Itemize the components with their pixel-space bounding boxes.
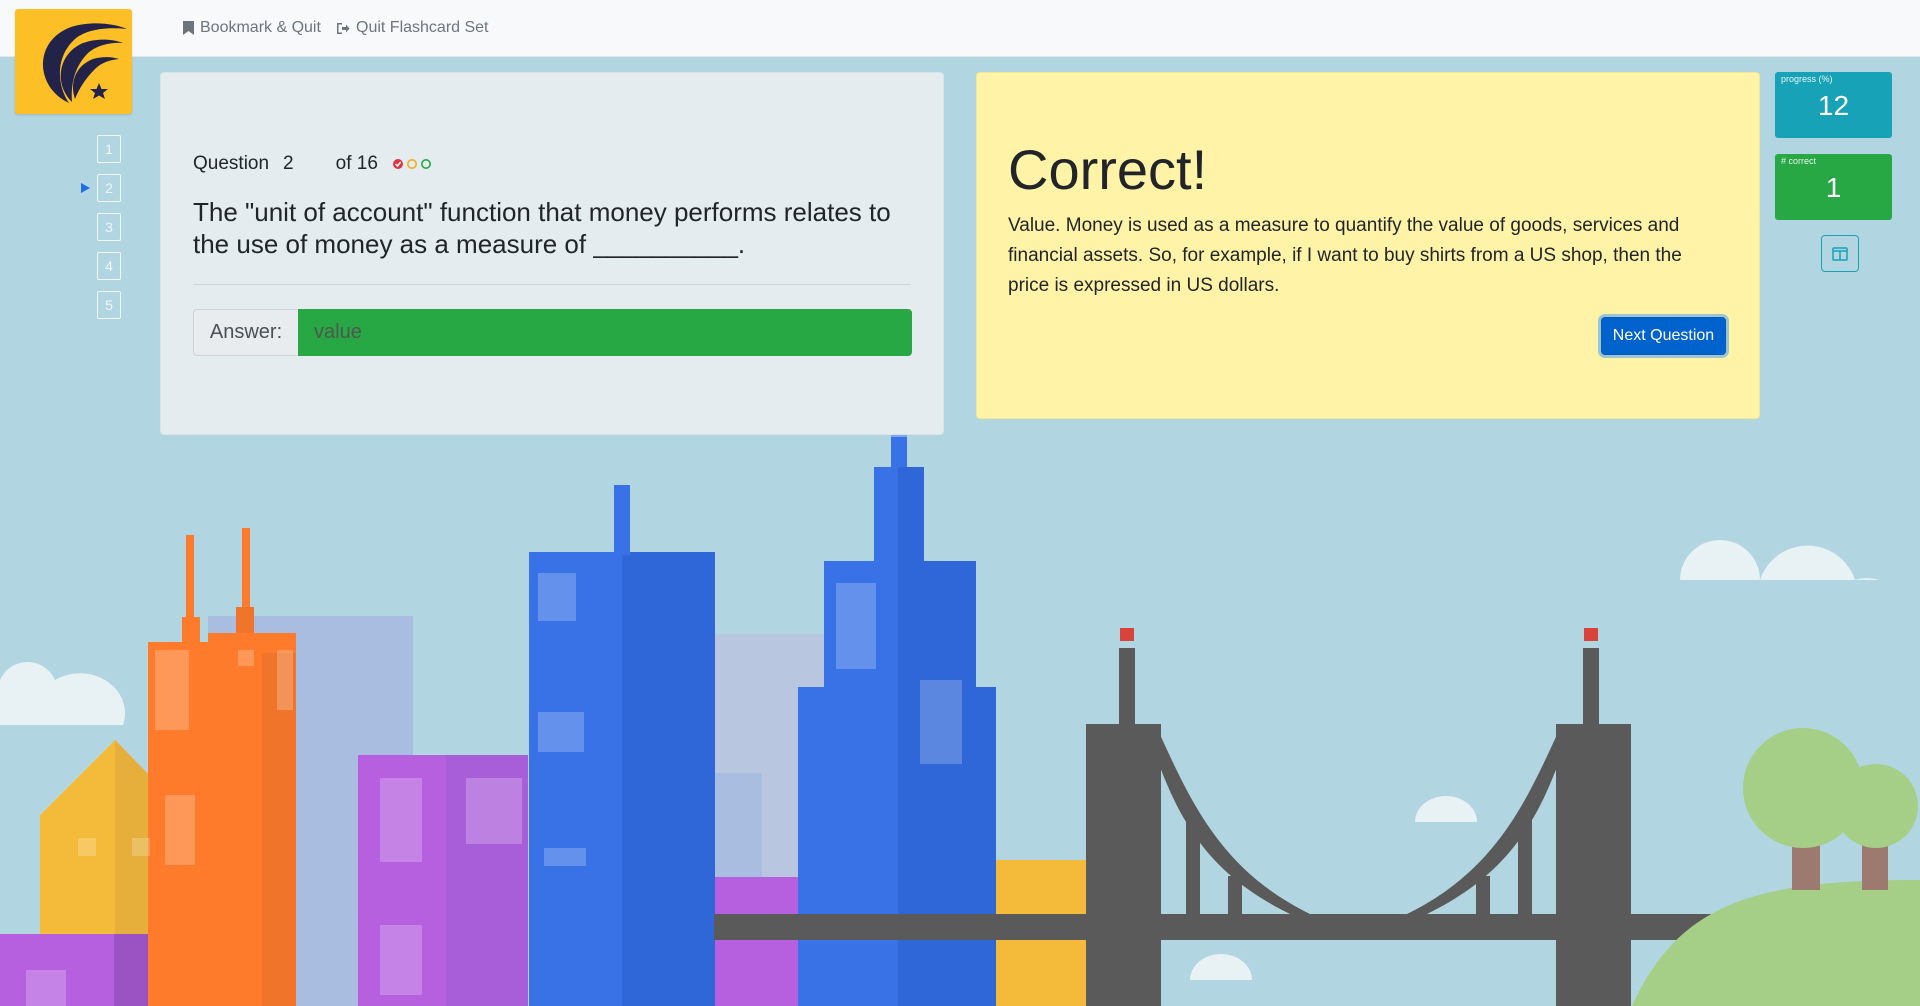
question-nav-number: 1	[105, 141, 113, 157]
feedback-card: Correct! Value. Money is used as a measu…	[976, 72, 1760, 419]
question-nav-item-5[interactable]: 5	[97, 291, 121, 319]
question-navigator: 1 2 3 4 5	[81, 135, 121, 330]
circle-icon	[406, 159, 417, 169]
answer-group: Answer:	[193, 309, 912, 356]
question-label: Question	[193, 153, 270, 174]
columns-icon	[1832, 246, 1848, 261]
question-nav-number: 5	[105, 297, 113, 313]
question-status-indicators	[392, 159, 431, 169]
check-circle-icon	[392, 159, 403, 169]
question-total: of 16	[335, 153, 378, 174]
logo-icon	[43, 23, 127, 103]
question-nav-number: 2	[105, 180, 113, 196]
progress-value: 12	[1817, 90, 1850, 121]
question-nav-item-2[interactable]: 2	[81, 174, 121, 202]
feedback-title: Correct!	[1008, 138, 1208, 201]
correct-label: # correct	[1781, 156, 1817, 166]
correct-value: 1	[1825, 172, 1842, 203]
question-nav-item-4[interactable]: 4	[97, 252, 121, 280]
question-nav-number: 3	[105, 219, 113, 235]
correct-stat-card: # correct 1	[1775, 154, 1892, 220]
divider	[193, 284, 911, 285]
question-card: Question 2 of 16 The "unit of account" f…	[160, 72, 944, 435]
question-number: 2	[283, 153, 294, 174]
circle-icon	[420, 159, 431, 169]
question-nav-number: 4	[105, 258, 113, 274]
progress-stat-card: progress (%) 12	[1775, 72, 1892, 138]
current-question-arrow-icon	[81, 183, 90, 193]
feedback-explanation: Value. Money is used as a measure to qua…	[1008, 215, 1682, 296]
progress-label: progress (%)	[1781, 74, 1833, 84]
question-text: The "unit of account" function that mone…	[193, 197, 891, 259]
answer-label: Answer:	[193, 309, 298, 356]
question-header: Question 2 of 16	[193, 153, 436, 175]
question-nav-item-1[interactable]: 1	[97, 135, 121, 163]
answer-input[interactable]	[298, 309, 912, 356]
app-logo[interactable]	[15, 9, 132, 114]
next-question-button[interactable]: Next Question	[1601, 317, 1726, 355]
question-nav-item-3[interactable]: 3	[97, 213, 121, 241]
toggle-layout-button[interactable]	[1821, 235, 1859, 272]
